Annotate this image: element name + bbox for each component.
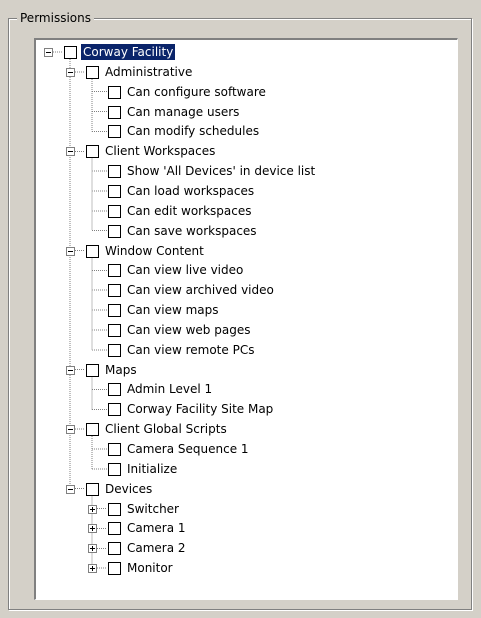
checkbox-can-load-workspaces[interactable]	[108, 184, 121, 198]
tree-node-label[interactable]: Show 'All Devices' in device list	[125, 163, 317, 179]
tree-node-label[interactable]: Can configure software	[125, 84, 268, 100]
tree-node-label[interactable]: Camera 1	[125, 520, 188, 536]
tree-node-label[interactable]: Monitor	[125, 560, 175, 576]
tree-node-label[interactable]: Camera 2	[125, 540, 188, 556]
checkbox-admin-level-1[interactable]	[108, 383, 121, 397]
tree-node-label[interactable]: Administrative	[103, 64, 194, 80]
tree-node-label[interactable]: Can view archived video	[125, 282, 276, 298]
checkbox-can-modify-schedules[interactable]	[108, 125, 121, 139]
expander-minus-bar	[68, 151, 73, 153]
checkbox-can-manage-users[interactable]	[108, 105, 121, 119]
checkbox-can-edit-workspaces[interactable]	[108, 204, 121, 218]
tree-node-label[interactable]: Initialize	[125, 461, 179, 477]
tree-node-label[interactable]: Can view live video	[125, 262, 245, 278]
expander-monitor[interactable]	[88, 564, 97, 574]
tree-node-label[interactable]: Corway Facility Site Map	[125, 401, 275, 417]
tree-node-label[interactable]: Can edit workspaces	[125, 203, 254, 219]
checkbox-camera-1[interactable]	[108, 522, 121, 536]
checkbox-monitor[interactable]	[108, 562, 121, 576]
tree-node-label[interactable]: Can view remote PCs	[125, 342, 256, 358]
expander-plus-bar	[92, 506, 93, 512]
tree-node-label[interactable]: Maps	[103, 362, 139, 378]
checkbox-window-content[interactable]	[86, 244, 99, 258]
permissions-tree[interactable]: Corway Facility Administrative Can configu…	[34, 38, 458, 600]
expander-devices[interactable]	[66, 484, 75, 494]
expander-client-workspaces[interactable]	[66, 147, 75, 157]
expander-minus-bar	[68, 250, 73, 252]
tree-node-label[interactable]: Can view web pages	[125, 322, 252, 338]
checkbox-initialize[interactable]	[108, 462, 121, 476]
tree-node-label[interactable]: Client Global Scripts	[103, 421, 229, 437]
checkbox-can-view-web-pages[interactable]	[108, 323, 121, 337]
checkbox-can-view-archived-video[interactable]	[108, 284, 121, 298]
tree-node-label[interactable]: Devices	[103, 481, 154, 497]
checkbox-can-save-workspaces[interactable]	[108, 224, 121, 238]
checkbox-maps[interactable]	[86, 363, 99, 377]
checkbox-corway-facility-site-map[interactable]	[108, 403, 121, 417]
checkbox-switcher[interactable]	[108, 502, 121, 516]
checkbox-can-configure-software[interactable]	[108, 85, 121, 99]
expander-administrative[interactable]	[66, 67, 75, 77]
tree-node-label[interactable]: Can manage users	[125, 104, 241, 120]
tree-node-label[interactable]: Admin Level 1	[125, 381, 214, 397]
expander-camera-1[interactable]	[88, 524, 97, 534]
tree-node-label[interactable]: Can view maps	[125, 302, 221, 318]
expander-plus-bar	[92, 526, 93, 532]
expander-switcher[interactable]	[88, 504, 97, 514]
expander-window-content[interactable]	[66, 246, 75, 256]
checkbox-camera-sequence-1[interactable]	[108, 443, 121, 456]
checkbox-client-global-scripts[interactable]	[86, 423, 99, 437]
checkbox-show-all-devices-in-device-list[interactable]	[108, 165, 121, 179]
expander-plus-bar	[92, 566, 93, 572]
checkbox-can-view-maps[interactable]	[108, 304, 121, 318]
tree-node-label[interactable]: Can load workspaces	[125, 183, 256, 199]
tree-node-label[interactable]: Switcher	[125, 501, 181, 517]
expander-plus-bar	[92, 546, 93, 552]
tree-node-label[interactable]: Camera Sequence 1	[125, 441, 251, 457]
expander-minus-bar	[68, 369, 73, 371]
expander-minus-bar	[68, 429, 73, 431]
expander-minus-bar	[68, 71, 73, 73]
checkbox-administrative[interactable]	[86, 65, 99, 79]
tree-node-label[interactable]: Window Content	[103, 243, 206, 259]
expander-maps[interactable]	[66, 365, 75, 375]
permissions-group-title: Permissions	[17, 10, 94, 26]
checkbox-can-view-remote-pcs[interactable]	[108, 343, 121, 357]
checkbox-client-workspaces[interactable]	[86, 145, 99, 159]
checkbox-camera-2[interactable]	[108, 542, 121, 556]
tree-node-label[interactable]: Can save workspaces	[125, 223, 259, 239]
expander-minus-bar	[46, 52, 51, 53]
checkbox-corway-facility[interactable]	[64, 46, 77, 59]
checkbox-devices[interactable]	[86, 482, 99, 496]
checkbox-can-view-live-video[interactable]	[108, 264, 121, 278]
expander-corway-facility[interactable]	[44, 48, 53, 57]
expander-minus-bar	[68, 488, 73, 490]
expander-camera-2[interactable]	[88, 544, 97, 554]
tree-node-label[interactable]: Corway Facility	[79, 43, 177, 61]
tree-node-label[interactable]: Client Workspaces	[103, 143, 217, 159]
tree-node-label[interactable]: Can modify schedules	[125, 123, 261, 139]
expander-client-global-scripts[interactable]	[66, 425, 75, 435]
